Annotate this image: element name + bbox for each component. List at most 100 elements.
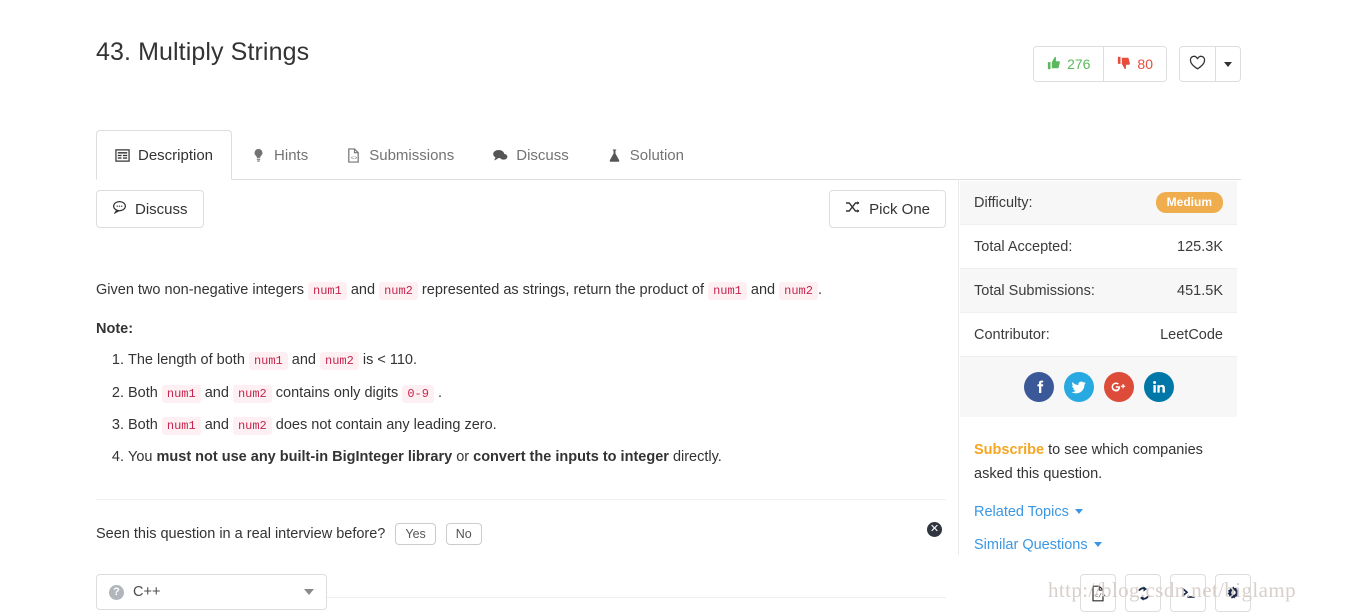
interview-no-button[interactable]: No: [445, 523, 482, 546]
help-icon: ?: [109, 584, 124, 600]
page-title: 43. Multiply Strings: [96, 38, 310, 66]
inline-code: num2: [232, 384, 272, 403]
tab-submissions[interactable]: <> Submissions: [327, 130, 473, 180]
googleplus-icon[interactable]: [1103, 372, 1134, 402]
inline-code-num2b: num2: [779, 282, 818, 300]
tab-discuss[interactable]: Discuss: [473, 130, 588, 180]
downvote-count: 80: [1137, 56, 1153, 72]
tab-label: Discuss: [516, 147, 569, 164]
lightbulb-icon: [251, 148, 266, 163]
sidebar-separator: [958, 179, 959, 555]
stat-label: Total Submissions:: [974, 282, 1095, 299]
note-text: does not contain any leading zero.: [275, 416, 497, 433]
flask-icon: [607, 148, 622, 163]
tab-label: Submissions: [369, 147, 455, 164]
content-divider: [96, 499, 946, 501]
twitter-icon[interactable]: [1063, 372, 1094, 402]
inline-code-num1b: num1: [708, 282, 747, 300]
stat-label: Difficulty:: [974, 194, 1033, 211]
note-text: and: [204, 384, 229, 401]
linkedin-icon[interactable]: [1143, 372, 1174, 402]
pick-one-button-label: Pick One: [869, 200, 930, 218]
problem-sidebar: Difficulty: Medium Total Accepted: 125.3…: [960, 181, 1237, 553]
inline-code-digits: 0-9: [402, 384, 434, 403]
vote-controls: 276 80: [1033, 46, 1241, 82]
note-text: .: [437, 384, 443, 401]
related-topics-toggle[interactable]: Related Topics: [960, 504, 1237, 520]
tab-label: Description: [138, 146, 214, 164]
statement-text-2: represented as strings, return the produ…: [421, 282, 705, 298]
inline-code: num1: [248, 352, 288, 371]
note-bold-2: convert the inputs to integer: [473, 449, 669, 466]
note-bold-1: must not use any built-in BigInteger lib…: [156, 449, 453, 466]
tab-hints[interactable]: Hints: [232, 130, 327, 180]
note-text: Both: [128, 384, 158, 401]
note-text: and: [204, 416, 229, 433]
stat-row-total-submissions: Total Submissions: 451.5K: [960, 269, 1237, 313]
inline-code-num2: num2: [379, 282, 418, 300]
inline-code: num1: [161, 416, 201, 435]
thumbs-up-icon: [1047, 56, 1061, 73]
content-action-row: Discuss Pick One: [96, 190, 946, 236]
favorite-button[interactable]: [1180, 47, 1216, 81]
language-selector[interactable]: ? C++: [96, 574, 327, 610]
upvote-button[interactable]: 276: [1034, 47, 1105, 81]
tab-label: Hints: [274, 147, 309, 164]
chevron-down-icon: [1074, 509, 1083, 515]
note-text: and: [291, 352, 316, 369]
description-panel: Discuss Pick One Given two non-negative …: [96, 190, 946, 599]
status-badge: Medium: [1155, 192, 1223, 213]
statement-text-1: Given two non-negative integers: [96, 282, 304, 298]
subscribe-message: Subscribe to see which companies asked t…: [960, 439, 1237, 487]
thumbs-down-icon: [1117, 56, 1131, 73]
close-icon[interactable]: ✕: [927, 522, 942, 538]
settings-gear-icon[interactable]: [1215, 574, 1251, 612]
stat-row-contributor: Contributor: LeetCode: [960, 313, 1237, 357]
favorite-dropdown-button[interactable]: [1216, 47, 1240, 81]
tab-solution[interactable]: Solution: [588, 130, 703, 180]
problem-tabs: Description Hints <> Submissions Discuss…: [96, 127, 1241, 180]
heart-icon: [1189, 55, 1206, 74]
downvote-button[interactable]: 80: [1104, 47, 1166, 81]
note-text: or: [456, 449, 470, 466]
similar-questions-toggle[interactable]: Similar Questions: [960, 537, 1237, 553]
tab-description[interactable]: Description: [96, 130, 233, 180]
subscribe-link[interactable]: Subscribe: [974, 442, 1044, 458]
stat-value: 451.5K: [1177, 282, 1223, 299]
note-text: You: [128, 449, 153, 466]
statement-and-2: and: [750, 282, 776, 298]
comment-icon: [112, 200, 127, 218]
reset-icon[interactable]: [1125, 574, 1161, 612]
chevron-down-icon: [304, 589, 314, 595]
upvote-count: 276: [1067, 56, 1091, 72]
stat-label: Contributor:: [974, 326, 1050, 343]
related-topics-label: Related Topics: [974, 503, 1069, 520]
shuffle-icon: [845, 200, 861, 218]
svg-text:<>: <>: [351, 155, 358, 162]
discuss-button[interactable]: Discuss: [96, 190, 204, 228]
note-text: The length of both: [128, 352, 245, 369]
statement-period: .: [817, 282, 822, 298]
leetcode-problem-page: 43. Multiply Strings 276 80 Description …: [0, 0, 1365, 612]
discuss-button-label: Discuss: [135, 200, 188, 218]
stat-value: 125.3K: [1177, 238, 1223, 255]
chevron-down-icon: [1224, 61, 1232, 67]
pick-one-button[interactable]: Pick One: [829, 190, 946, 228]
list-item: You must not use any built-in BigInteger…: [128, 446, 946, 469]
inline-code: num2: [320, 352, 359, 371]
code-file-icon[interactable]: </>: [1080, 574, 1116, 612]
chevron-down-icon: [1093, 542, 1102, 548]
inline-code: num1: [161, 384, 201, 403]
svg-text:</>: </>: [1094, 592, 1105, 599]
console-icon[interactable]: [1170, 574, 1206, 612]
similar-questions-label: Similar Questions: [974, 536, 1088, 553]
problem-header: 43. Multiply Strings 276 80: [96, 38, 1241, 94]
interview-yes-button[interactable]: Yes: [395, 523, 436, 546]
note-text: contains only digits: [275, 384, 399, 401]
problem-statement: Given two non-negative integers num1 and…: [96, 279, 946, 301]
list-item: Both num1 and num2 does not contain any …: [128, 414, 946, 437]
note-text: is < 110.: [362, 352, 418, 369]
list-icon: [115, 148, 130, 163]
chat-icon: [492, 148, 508, 163]
facebook-icon[interactable]: [1023, 372, 1054, 402]
